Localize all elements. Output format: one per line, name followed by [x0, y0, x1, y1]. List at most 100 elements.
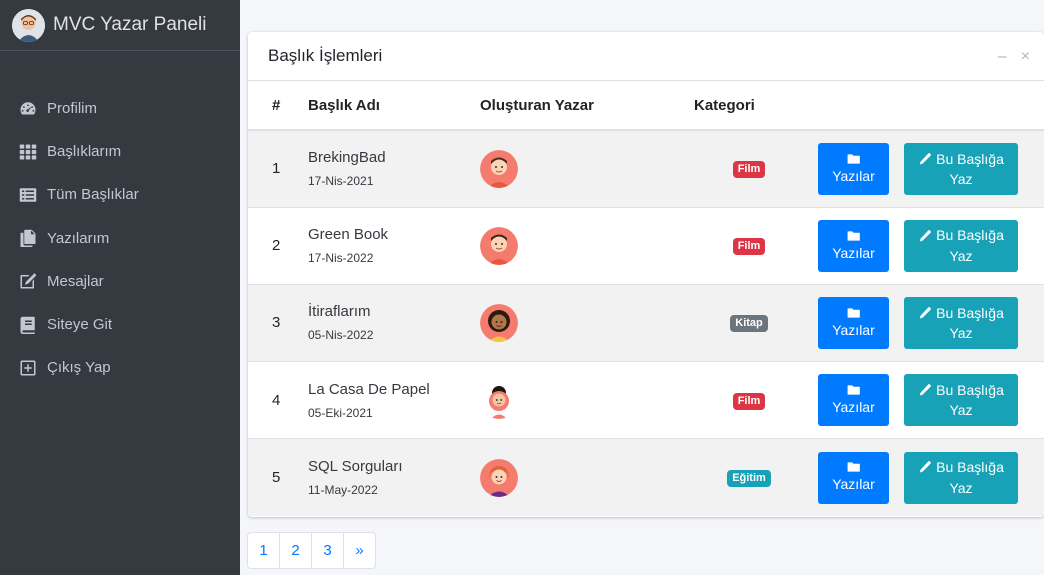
category-cell: Film	[694, 361, 804, 439]
pencil-icon	[919, 384, 932, 396]
writings-button[interactable]: Yazılar	[818, 142, 889, 195]
page-link-3[interactable]: 3	[311, 532, 344, 569]
sidebar-item-label: Siteye Git	[47, 316, 113, 334]
column-header-category: Kategori	[694, 81, 804, 131]
table-row: 1 BrekingBad 17-Nis-2021 Film Yazılar Bu…	[248, 129, 1044, 208]
pencil-icon	[919, 461, 932, 473]
folder-icon	[847, 230, 860, 241]
column-header-author: Oluşturan Yazar	[480, 81, 694, 131]
column-header-actions	[804, 81, 1044, 131]
author-cell	[480, 283, 694, 362]
sidebar-item-label: Tüm Başlıklar	[47, 186, 139, 204]
row-number: 1	[248, 129, 308, 208]
column-header-title: Başlık Adı	[308, 81, 480, 131]
column-header-number: #	[248, 81, 308, 131]
write-to-title-button[interactable]: Bu Başlığa Yaz	[904, 451, 1018, 504]
author-avatar	[480, 149, 518, 188]
category-cell: Eğitim	[694, 438, 804, 516]
folder-icon	[847, 462, 860, 473]
page-link-2[interactable]: 2	[279, 532, 312, 569]
title-date: 17-Nis-2021	[308, 174, 374, 189]
title-name: La Casa De Papel	[308, 380, 430, 398]
author-avatar	[489, 386, 509, 420]
sidebar-item-cikis-yap[interactable]: Çıkış Yap	[0, 346, 240, 389]
sidebar-item-mesajlar[interactable]: Mesajlar	[0, 260, 240, 303]
sidebar-item-siteye-git[interactable]: Siteye Git	[0, 303, 240, 346]
writings-button[interactable]: Yazılar	[818, 451, 889, 504]
copy-icon	[19, 229, 37, 248]
plus-square-icon	[19, 359, 37, 377]
title-name: İtiraflarım	[308, 303, 371, 321]
title-name: SQL Sorguları	[308, 458, 403, 476]
category-badge: Kitap	[730, 315, 768, 333]
folder-icon	[847, 308, 860, 318]
brand[interactable]: MVC Yazar Paneli	[0, 0, 240, 51]
title-name: Green Book	[308, 226, 389, 244]
dashboard-gauge-icon	[19, 100, 37, 118]
writings-button[interactable]: Yazılar	[818, 374, 889, 427]
table-row: 5 SQL Sorguları 11-May-2022 Eğitim Yazıl…	[248, 438, 1044, 516]
write-to-title-button[interactable]: Bu Başlığa Yaz	[904, 374, 1018, 427]
write-button-label-line2: Yaz	[949, 170, 973, 187]
card-tools: – ×	[998, 49, 1030, 65]
author-cell	[480, 129, 694, 208]
actions-cell: Yazılar Bu Başlığa Yaz	[804, 206, 1044, 285]
category-badge: Film	[732, 161, 766, 179]
author-cell	[480, 361, 694, 439]
grid-icon	[19, 143, 37, 161]
sidebar-item-label: Başlıklarım	[47, 143, 122, 161]
category-badge: Film	[732, 392, 766, 410]
row-number: 2	[248, 206, 308, 285]
close-icon[interactable]: ×	[1021, 49, 1030, 65]
author-avatar	[480, 303, 518, 342]
sidebar-item-yazilarim[interactable]: Yazılarım	[0, 217, 240, 260]
list-icon	[19, 186, 37, 204]
title-cell: Green Book 17-Nis-2022	[308, 206, 480, 285]
write-button-label-line1: Bu Başlığa	[936, 150, 1004, 167]
sidebar-item-label: Yazılarım	[47, 229, 110, 247]
table-row: 2 Green Book 17-Nis-2022 Film Yazılar Bu…	[248, 206, 1044, 285]
writings-button[interactable]: Yazılar	[818, 219, 889, 272]
write-to-title-button[interactable]: Bu Başlığa Yaz	[904, 142, 1018, 195]
writings-button[interactable]: Yazılar	[818, 296, 889, 349]
titles-table: # Başlık Adı Oluşturan Yazar Kategori 1 …	[248, 81, 1044, 516]
write-button-label-line1: Bu Başlığa	[936, 304, 1004, 321]
category-badge: Film	[732, 238, 766, 256]
pencil-icon	[919, 152, 932, 165]
titles-card: Başlık İşlemleri – × # Başlık Adı Oluştu…	[248, 32, 1044, 517]
page-link-1[interactable]: 1	[247, 532, 280, 569]
actions-cell: Yazılar Bu Başlığa Yaz	[804, 438, 1044, 516]
write-button-label-line1: Bu Başlığa	[936, 227, 1004, 244]
write-to-title-button[interactable]: Bu Başlığa Yaz	[904, 296, 1018, 349]
writings-button-label: Yazılar	[832, 167, 875, 184]
sidebar-item-label: Mesajlar	[47, 272, 104, 290]
category-cell: Film	[694, 206, 804, 285]
page-link-next[interactable]: »	[343, 532, 376, 569]
sidebar-item-basliklarim[interactable]: Başlıklarım	[0, 130, 240, 173]
write-button-label-line1: Bu Başlığa	[936, 459, 1004, 476]
category-cell: Film	[694, 129, 804, 208]
writings-button-label: Yazılar	[832, 244, 875, 261]
folder-icon	[847, 385, 860, 395]
write-button-label-line2: Yaz	[949, 479, 973, 496]
writings-button-label: Yazılar	[832, 476, 875, 493]
author-cell	[480, 438, 694, 516]
sidebar-item-profilim[interactable]: Profilim	[0, 87, 240, 130]
card-title: Başlık İşlemleri	[268, 46, 383, 65]
title-date: 11-May-2022	[308, 483, 378, 498]
collapse-icon[interactable]: –	[998, 49, 1007, 65]
title-cell: İtiraflarım 05-Nis-2022	[308, 283, 480, 362]
sidebar-item-label: Çıkış Yap	[47, 359, 111, 377]
table-row: 4 La Casa De Papel 05-Eki-2021 Film Yazı…	[248, 361, 1044, 439]
sidebar-item-tum-basliklar[interactable]: Tüm Başlıklar	[0, 173, 240, 216]
pencil-icon	[919, 229, 932, 242]
sidebar-nav: Profilim Başlıklarım Tüm Başlıklar Yazıl…	[0, 87, 240, 389]
title-date: 17-Nis-2022	[308, 251, 374, 266]
write-button-label-line2: Yaz	[949, 324, 973, 341]
title-date: 05-Nis-2022	[308, 328, 374, 343]
row-number: 5	[248, 438, 308, 516]
brand-logo	[12, 8, 45, 42]
brand-title: MVC Yazar Paneli	[53, 14, 207, 35]
title-cell: La Casa De Papel 05-Eki-2021	[308, 361, 480, 439]
write-to-title-button[interactable]: Bu Başlığa Yaz	[904, 219, 1018, 272]
